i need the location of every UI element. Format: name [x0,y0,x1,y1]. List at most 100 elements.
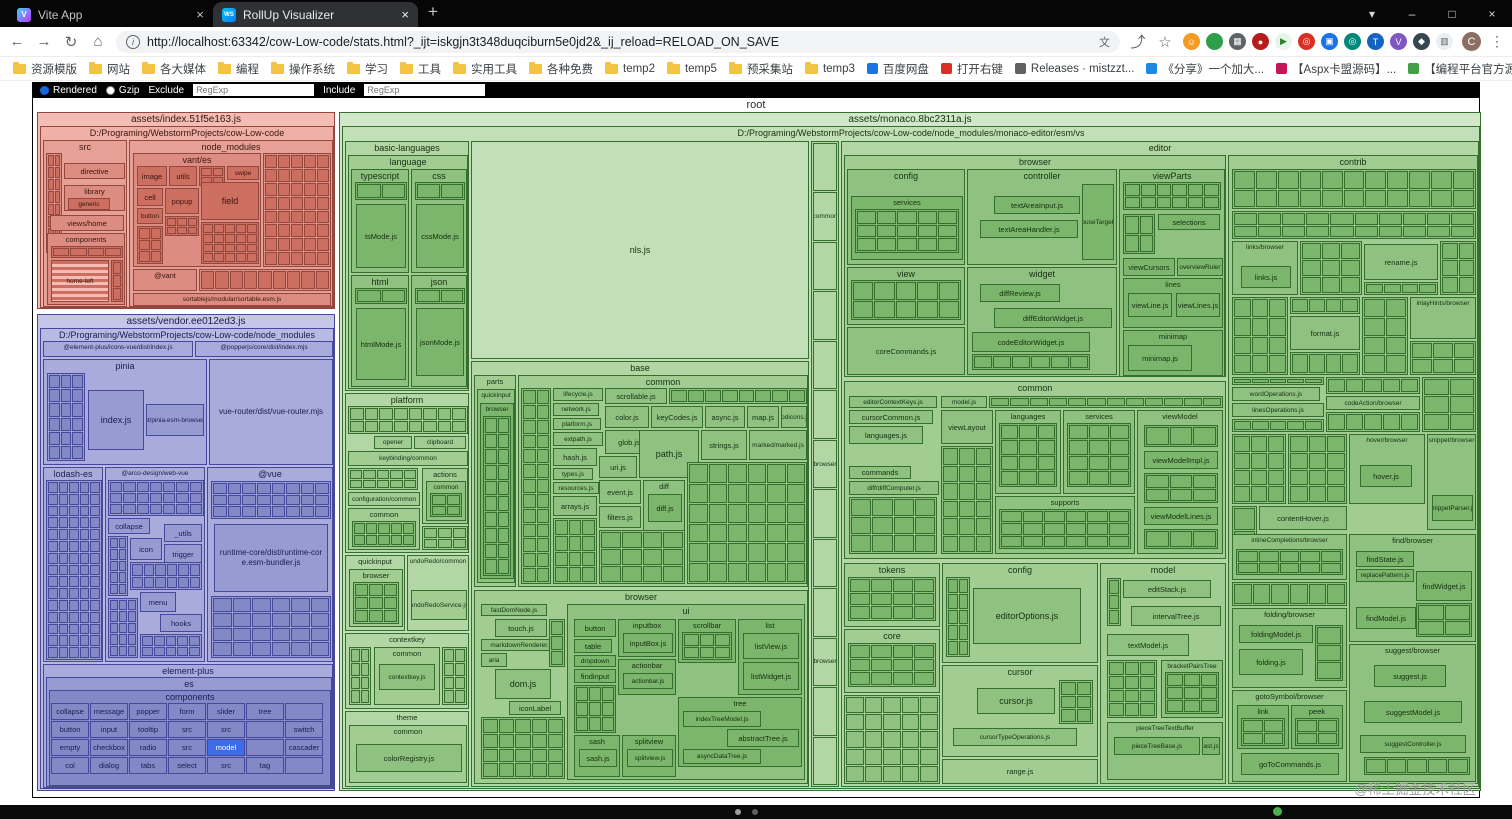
treemap-cell[interactable] [113,275,121,287]
treemap-cell[interactable] [920,731,938,747]
bookmark-item[interactable]: 学习 [342,59,393,79]
treemap-cell[interactable] [1125,676,1140,689]
treemap-cell[interactable] [80,635,90,646]
treemap-cell[interactable] [739,390,755,402]
treemap-cell[interactable] [72,446,83,459]
treemap-cell[interactable] [69,612,79,623]
treemap-cell[interactable] [291,252,303,265]
tab-rollup-visualizer[interactable]: WS RollUp Visualizer × [213,2,418,27]
treemap-cell[interactable] [132,564,143,576]
treemap-cell[interactable] [914,645,934,658]
treemap-cell[interactable] [1188,184,1203,196]
treemap-cell[interactable] [48,494,58,505]
treemap-cell[interactable] [537,390,550,404]
treemap-cell[interactable] [938,225,957,238]
treemap-cell[interactable] [483,749,498,763]
bookmark-item[interactable]: temp3 [800,61,860,77]
treemap-cell[interactable] [1201,674,1217,686]
treemap-cell[interactable] [893,659,913,672]
treemap-cell[interactable] [1282,213,1305,225]
treemap-cell[interactable] [69,517,79,528]
treemap-cells[interactable] [353,582,399,624]
treemap-cells[interactable] [1232,377,1324,385]
treemap-cell[interactable] [1038,471,1055,485]
treemap-leaf[interactable]: src [168,721,206,738]
treemap-cells[interactable] [130,562,202,590]
home-icon[interactable]: ⌂ [89,33,107,50]
exclude-input[interactable] [193,84,314,96]
treemap-cell[interactable] [865,749,883,765]
treemap-cell[interactable] [1424,396,1449,412]
bookmark-item[interactable]: 工具 [395,59,446,79]
treemap-cell[interactable] [317,238,329,251]
treemap-cell[interactable] [1253,584,1271,604]
treemap-cell[interactable] [72,418,83,431]
treemap-cell[interactable] [537,405,550,419]
treemap-leaf[interactable]: async.js [705,406,745,428]
treemap-cell[interactable] [917,301,937,319]
treemap-cell[interactable] [59,517,69,528]
treemap-cell[interactable] [1355,226,1378,238]
treemap-cells[interactable] [851,280,961,320]
treemap-group[interactable]: folding/browserfoldingModel.jsfolding.js [1232,608,1347,688]
treemap-leaf[interactable]: sortablejs/modular/sortable.esm.js [133,293,331,306]
treemap-cell[interactable] [1317,645,1341,662]
treemap-cell[interactable] [59,482,69,493]
treemap-group[interactable]: core [844,629,940,693]
treemap-cell[interactable] [1379,226,1402,238]
treemap-cell[interactable] [1341,243,1360,259]
treemap-cell[interactable] [1234,337,1251,355]
treemap-cell[interactable] [69,541,79,552]
treemap-cell[interactable] [55,179,61,190]
treemap-cell[interactable] [537,494,550,508]
treemap-cell[interactable] [602,687,614,701]
treemap-cell[interactable] [225,234,235,243]
treemap-cells[interactable] [972,354,1090,370]
treemap-group[interactable]: languages [995,410,1061,494]
treemap-cell[interactable] [865,766,883,782]
treemap-leaf[interactable]: types.js [553,468,593,480]
treemap-cell[interactable] [787,563,806,582]
bookmark-item[interactable]: 各大媒体 [137,59,211,79]
treemap-group[interactable]: view [847,267,965,325]
treemap-cell[interactable] [893,672,913,685]
treemap-canvas[interactable]: root assets/index.51f5e163.jsD:/Programi… [33,98,1479,797]
treemap-leaf[interactable]: linesOperations.js [1232,403,1324,417]
treemap-cell[interactable] [1268,453,1284,469]
treemap-cell[interactable] [1342,299,1358,312]
treemap-cell[interactable] [943,483,958,500]
treemap-cell[interactable] [728,524,747,543]
treemap-cell[interactable] [515,734,530,748]
treemap-cell[interactable] [1402,284,1419,293]
treemap-cell[interactable] [582,567,595,582]
treemap-cell[interactable] [354,523,365,534]
treemap-cell[interactable] [857,225,876,238]
treemap-cell[interactable] [1256,171,1277,189]
treemap-cell[interactable] [80,517,90,528]
treemap-cells[interactable] [999,509,1131,549]
treemap-cell[interactable] [851,517,871,534]
treemap-cell[interactable] [1001,511,1022,522]
treemap-leaf[interactable]: tooltip [129,721,167,738]
treemap-cell[interactable] [920,714,938,730]
treemap-cells[interactable] [1362,297,1408,375]
treemap-cells[interactable] [415,288,465,304]
treemap-cell[interactable] [72,375,83,388]
treemap-cell[interactable] [444,677,454,690]
treemap-cell[interactable] [391,523,402,534]
treemap-cell[interactable] [485,559,497,574]
treemap-cell[interactable] [1070,356,1088,368]
treemap-cell[interactable] [49,403,60,416]
treemap-cell[interactable] [523,464,536,478]
treemap-cell[interactable] [301,483,315,494]
treemap-cell[interactable] [959,594,969,608]
treemap-leaf[interactable]: runtime-core/dist/runtime-core.esm-bundl… [214,524,328,592]
treemap-cell[interactable] [1251,453,1267,469]
treemap-cell[interactable] [959,448,974,465]
treemap-cells[interactable] [1232,211,1476,239]
treemap-cell[interactable] [939,282,959,300]
reload-icon[interactable]: ↻ [62,33,80,51]
treemap-cell[interactable] [1433,359,1453,374]
treemap-cells[interactable] [355,288,407,304]
treemap-cell[interactable] [569,520,582,535]
